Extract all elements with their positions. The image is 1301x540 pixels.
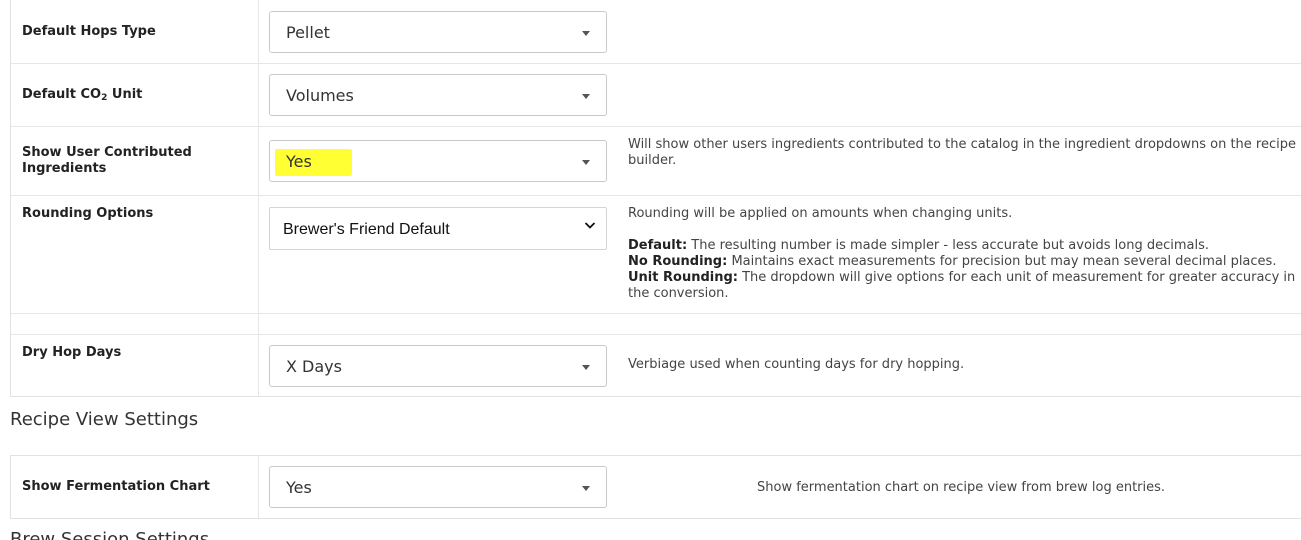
- rounding-unit-line: Unit Rounding: The dropdown will give op…: [628, 270, 1301, 302]
- setting-row-user-ingredients: Show User Contributed Ingredients Yes Wi…: [11, 126, 1301, 195]
- rounding-intro: Rounding will be applied on amounts when…: [628, 206, 1013, 221]
- hops-type-select[interactable]: Pellet: [269, 11, 607, 53]
- fermentation-chart-label: Show Fermentation Chart: [22, 479, 210, 494]
- dry-hop-select[interactable]: X Days: [269, 345, 607, 387]
- user-ingredients-select[interactable]: Yes: [269, 140, 607, 182]
- setting-row-spacer: [11, 313, 1301, 334]
- user-ingredients-value: Yes: [286, 152, 312, 171]
- rounding-description: Rounding will be applied on amounts when…: [628, 206, 1301, 302]
- hops-type-value: Pellet: [286, 23, 330, 42]
- co2-unit-label: Default CO2 Unit: [22, 87, 142, 103]
- caret-down-icon: [582, 31, 590, 36]
- setting-row-co2-unit: Default CO2 Unit Volumes: [11, 63, 1301, 126]
- fermentation-chart-value: Yes: [286, 478, 312, 497]
- caret-down-icon: [582, 486, 590, 491]
- caret-down-icon: [582, 160, 590, 165]
- rounding-default-term: Default:: [628, 238, 688, 253]
- rounding-value: Brewer's Friend Default: [283, 221, 450, 238]
- setting-row-dry-hop: Dry Hop Days X Days Verbiage used when c…: [11, 334, 1301, 398]
- setting-row-rounding: Rounding Options Brewer's Friend Default…: [11, 195, 1301, 313]
- setting-row-fermentation-chart: Show Fermentation Chart Yes Show ferment…: [11, 456, 1301, 518]
- chevron-down-icon: [584, 222, 596, 229]
- co2-unit-label-prefix: Default CO: [22, 87, 102, 102]
- recipe-view-panel: Show Fermentation Chart Yes Show ferment…: [10, 455, 1301, 519]
- settings-page: Default Hops Type Pellet Default CO2 Uni…: [0, 0, 1301, 540]
- rounding-select[interactable]: Brewer's Friend Default: [269, 207, 607, 250]
- hops-type-label: Default Hops Type: [22, 24, 156, 39]
- general-settings-panel: Default Hops Type Pellet Default CO2 Uni…: [10, 0, 1301, 397]
- rounding-none-line: No Rounding: Maintains exact measurement…: [628, 254, 1301, 270]
- rounding-label: Rounding Options: [22, 206, 154, 221]
- co2-unit-label-suffix: Unit: [107, 87, 143, 102]
- dry-hop-description: Verbiage used when counting days for dry…: [628, 357, 965, 372]
- co2-unit-select[interactable]: Volumes: [269, 74, 607, 116]
- setting-row-hops-type: Default Hops Type Pellet: [11, 0, 1301, 63]
- user-ingredients-description: Will show other users ingredients contri…: [628, 137, 1296, 168]
- dry-hop-label: Dry Hop Days: [22, 345, 122, 360]
- user-ingredients-label: Show User Contributed Ingredients: [22, 145, 192, 176]
- recipe-view-section-title: Recipe View Settings: [10, 409, 199, 430]
- rounding-default-line: Default: The resulting number is made si…: [628, 238, 1301, 254]
- brew-session-section-title: Brew Session Settings: [10, 529, 210, 540]
- caret-down-icon: [582, 365, 590, 370]
- co2-unit-value: Volumes: [286, 86, 354, 105]
- rounding-unit-term: Unit Rounding:: [628, 270, 738, 285]
- dry-hop-value: X Days: [286, 357, 342, 376]
- rounding-none-text: Maintains exact measurements for precisi…: [727, 254, 1277, 269]
- caret-down-icon: [582, 94, 590, 99]
- fermentation-chart-select[interactable]: Yes: [269, 466, 607, 508]
- fermentation-chart-description: Show fermentation chart on recipe view f…: [757, 480, 1166, 495]
- rounding-none-term: No Rounding:: [628, 254, 728, 269]
- rounding-default-text: The resulting number is made simpler - l…: [687, 238, 1210, 253]
